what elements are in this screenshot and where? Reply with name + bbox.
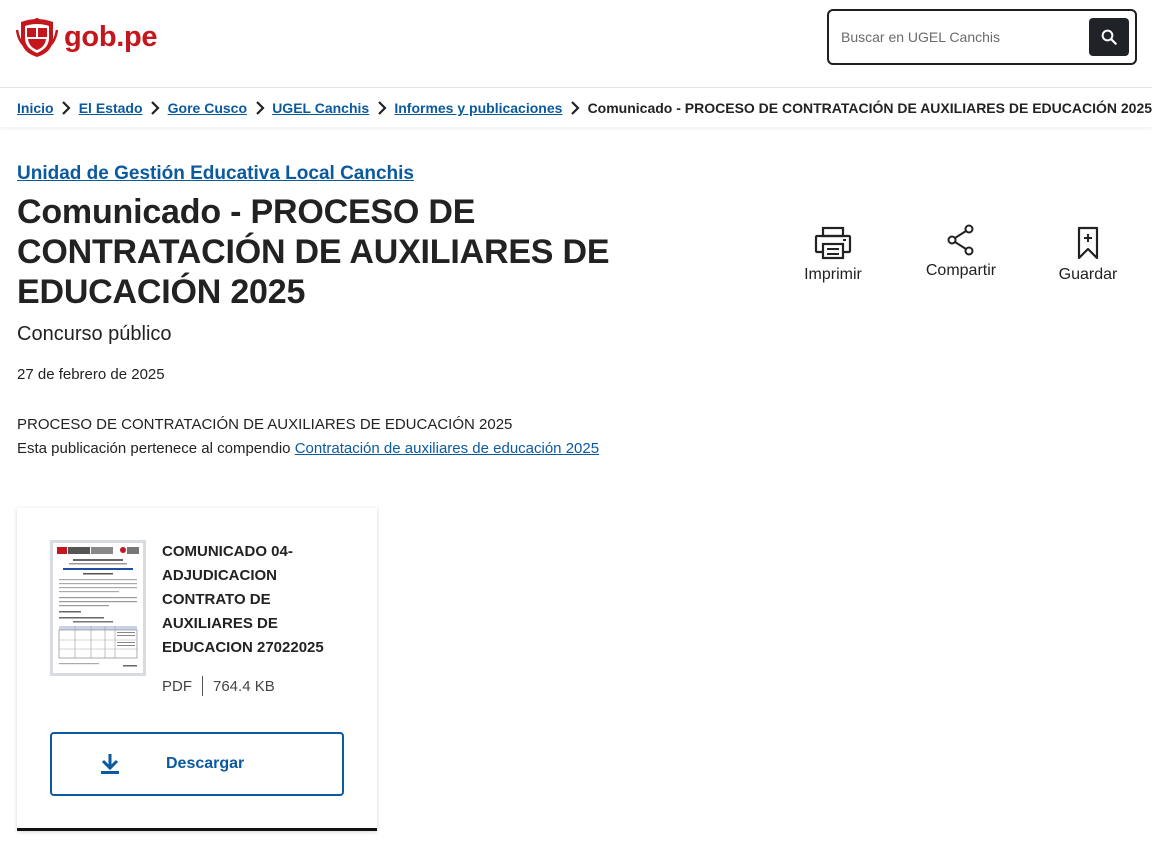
meta-divider: [202, 676, 203, 696]
document-size: 764.4 KB: [213, 677, 275, 695]
document-thumbnail[interactable]: [50, 540, 146, 676]
compendium-link[interactable]: Contratación de auxiliares de educación …: [295, 440, 599, 457]
share-label: Compartir: [925, 262, 997, 279]
share-icon: [947, 224, 974, 256]
page-subtitle: Concurso público: [17, 323, 172, 345]
download-icon: [101, 754, 119, 774]
publication-date: 27 de febrero de 2025: [17, 366, 165, 383]
chevron-right-icon: [369, 99, 394, 117]
bookmark-icon: [1077, 226, 1099, 260]
save-button[interactable]: Guardar: [1038, 222, 1138, 284]
gobpe-logo[interactable]: gob.pe: [16, 16, 158, 58]
peru-coat-of-arms-icon: [16, 18, 58, 57]
print-button[interactable]: Imprimir: [783, 222, 883, 284]
save-label: Guardar: [1058, 266, 1118, 283]
document-card: COMUNICADO 04-ADJUDICACION CONTRATO DE A…: [17, 508, 377, 831]
chevron-right-icon: [247, 99, 272, 117]
search-box: [827, 9, 1137, 65]
download-label: Descargar: [166, 755, 245, 772]
page-title: Comunicado - PROCESO DE CONTRATACIÓN DE …: [17, 193, 610, 311]
document-title[interactable]: COMUNICADO 04-ADJUDICACION CONTRATO DE A…: [162, 540, 352, 660]
share-button[interactable]: Compartir: [911, 222, 1011, 280]
chevron-right-icon: [54, 99, 79, 117]
breadcrumb-link-inicio[interactable]: Inicio: [17, 100, 54, 116]
breadcrumb-link-informes[interactable]: Informes y publicaciones: [394, 100, 562, 116]
search-button[interactable]: [1089, 18, 1129, 56]
compendium-prefix: Esta publicación pertenece al compendio: [17, 440, 291, 457]
breadcrumb: Inicio El Estado Gore Cusco UGEL Canchis…: [0, 89, 1152, 127]
description: PROCESO DE CONTRATACIÓN DE AUXILIARES DE…: [17, 416, 513, 433]
search-icon: [1101, 29, 1117, 45]
breadcrumb-current: Comunicado - PROCESO DE CONTRATACIÓN DE …: [587, 100, 1152, 116]
search-input[interactable]: [841, 24, 1081, 50]
site-header: gob.pe: [0, 0, 1152, 88]
logo-text: gob.pe: [64, 20, 158, 53]
document-meta: PDF 764.4 KB: [162, 676, 275, 696]
printer-icon: [814, 226, 852, 260]
chevron-right-icon: [562, 99, 587, 117]
breadcrumb-link-ugel-canchis[interactable]: UGEL Canchis: [272, 100, 369, 116]
print-label: Imprimir: [804, 266, 862, 283]
entity-link[interactable]: Unidad de Gestión Educativa Local Canchi…: [17, 163, 414, 185]
compendium-line: Esta publicación pertenece al compendio …: [17, 440, 599, 457]
breadcrumb-link-gore-cusco[interactable]: Gore Cusco: [168, 100, 247, 116]
chevron-right-icon: [143, 99, 168, 117]
download-button[interactable]: Descargar: [50, 732, 344, 796]
breadcrumb-link-el-estado[interactable]: El Estado: [79, 100, 143, 116]
document-format: PDF: [162, 677, 192, 695]
pdf-preview-image: [53, 543, 143, 673]
